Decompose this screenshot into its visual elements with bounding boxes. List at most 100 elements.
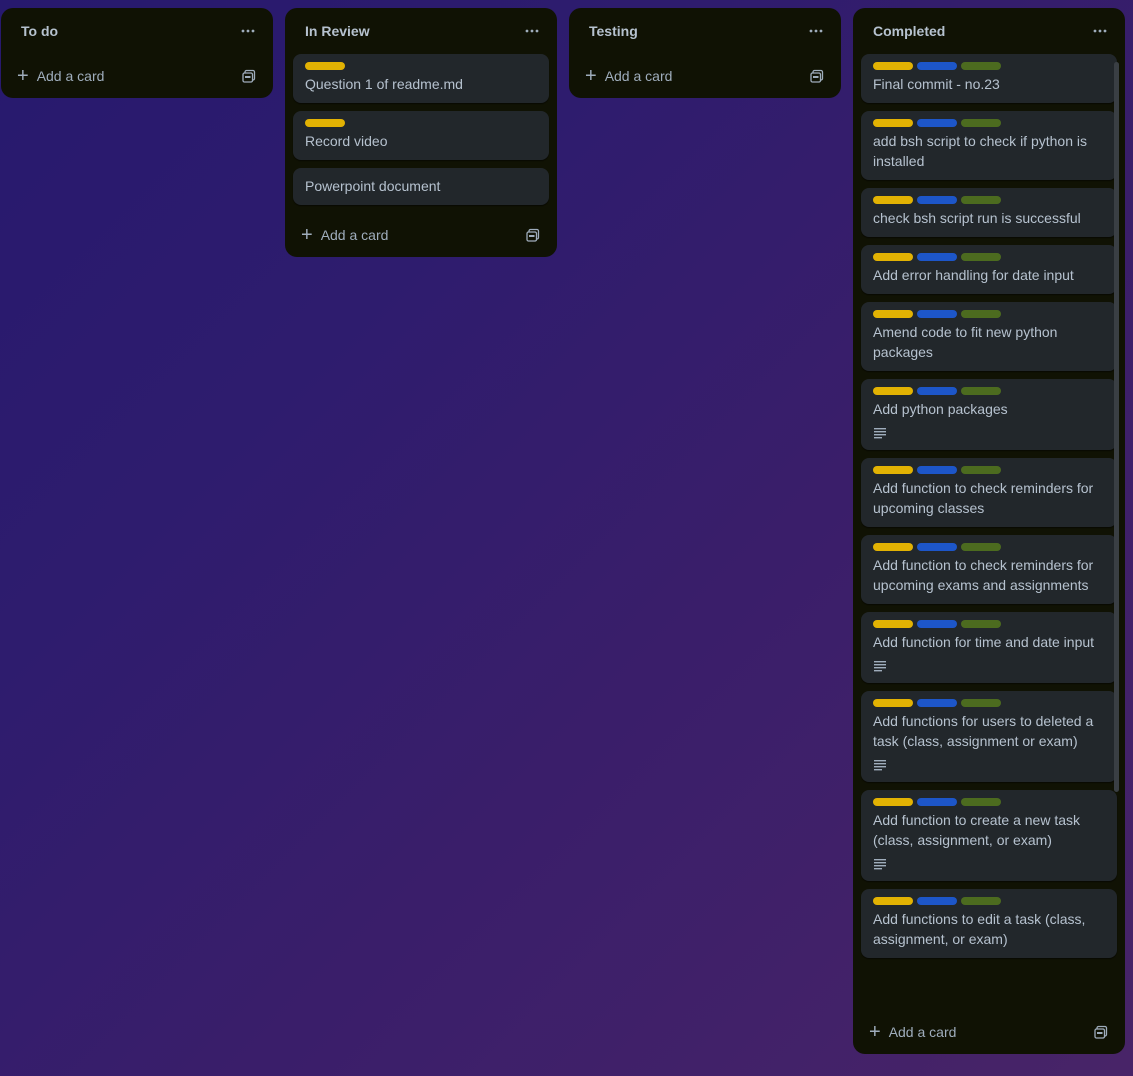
card-labels — [873, 620, 1105, 628]
card[interactable]: Question 1 of readme.md — [293, 54, 549, 103]
create-from-template-button[interactable] — [521, 223, 545, 247]
label-yellow[interactable] — [873, 119, 913, 127]
label-blue[interactable] — [917, 543, 957, 551]
card-list: Question 1 of readme.md Record video Power… — [285, 54, 557, 205]
list-actions-button[interactable] — [1087, 18, 1113, 44]
template-icon — [526, 228, 540, 242]
add-card-label: Add a card — [36, 68, 105, 84]
label-blue[interactable] — [917, 897, 957, 905]
label-blue[interactable] — [917, 387, 957, 395]
label-green[interactable] — [961, 699, 1001, 707]
card[interactable]: Add function for time and date input — [861, 612, 1117, 683]
card[interactable]: Add function to create a new task (class… — [861, 790, 1117, 881]
label-green[interactable] — [961, 620, 1001, 628]
card[interactable]: Add error handling for date input — [861, 245, 1117, 294]
card[interactable]: Amend code to fit new python packages — [861, 302, 1117, 371]
add-card-row: + Add a card — [285, 213, 557, 257]
card[interactable]: Add functions for users to deleted a tas… — [861, 691, 1117, 782]
label-yellow[interactable] — [305, 62, 345, 70]
list-actions-button[interactable] — [235, 18, 261, 44]
more-icon — [809, 29, 823, 33]
card-labels — [305, 119, 537, 127]
label-yellow[interactable] — [873, 620, 913, 628]
label-yellow[interactable] — [873, 466, 913, 474]
label-yellow[interactable] — [873, 897, 913, 905]
label-blue[interactable] — [917, 310, 957, 318]
card-labels — [873, 253, 1105, 261]
label-blue[interactable] — [917, 699, 957, 707]
add-card-button[interactable]: + Add a card — [869, 1022, 956, 1042]
card[interactable]: add bsh script to check if python is ins… — [861, 111, 1117, 180]
label-green[interactable] — [961, 897, 1001, 905]
label-yellow[interactable] — [873, 699, 913, 707]
card-badges — [873, 658, 1105, 674]
add-card-label: Add a card — [320, 227, 389, 243]
add-card-row: + Add a card — [1, 54, 273, 98]
label-yellow[interactable] — [873, 196, 913, 204]
list-actions-button[interactable] — [519, 18, 545, 44]
label-green[interactable] — [961, 62, 1001, 70]
card[interactable]: Final commit - no.23 — [861, 54, 1117, 103]
more-icon — [525, 29, 539, 33]
card[interactable]: Powerpoint document — [293, 168, 549, 205]
label-green[interactable] — [961, 196, 1001, 204]
label-blue[interactable] — [917, 798, 957, 806]
card-title: Amend code to fit new python packages — [873, 324, 1058, 360]
label-yellow[interactable] — [873, 543, 913, 551]
plus-icon: + — [301, 224, 313, 246]
label-blue[interactable] — [917, 119, 957, 127]
card[interactable]: Add python packages — [861, 379, 1117, 450]
card-labels — [873, 798, 1105, 806]
card[interactable]: Add function to check reminders for upco… — [861, 535, 1117, 604]
add-card-button[interactable]: + Add a card — [17, 66, 105, 86]
label-yellow[interactable] — [873, 798, 913, 806]
label-green[interactable] — [961, 310, 1001, 318]
label-yellow[interactable] — [873, 253, 913, 261]
list-title[interactable]: In Review — [305, 23, 370, 39]
label-yellow[interactable] — [305, 119, 345, 127]
list-completed: Completed Final commit - no.23 add bsh sc… — [853, 8, 1125, 1054]
card-list: Final commit - no.23 add bsh script to ch… — [853, 54, 1125, 958]
create-from-template-button[interactable] — [237, 64, 261, 88]
card-scroll-area[interactable]: Final commit - no.23 add bsh script to ch… — [853, 54, 1125, 1010]
label-blue[interactable] — [917, 62, 957, 70]
description-icon — [874, 428, 886, 439]
list-header: To do — [1, 8, 273, 54]
list-title[interactable]: Completed — [873, 23, 945, 39]
label-green[interactable] — [961, 543, 1001, 551]
add-card-button[interactable]: + Add a card — [301, 224, 389, 246]
card-badges — [873, 757, 1105, 773]
label-blue[interactable] — [917, 196, 957, 204]
create-from-template-button[interactable] — [1089, 1020, 1113, 1044]
card-labels — [873, 62, 1105, 70]
label-blue[interactable] — [917, 466, 957, 474]
card[interactable]: Add functions to edit a task (class, ass… — [861, 889, 1117, 958]
card[interactable]: Add function to check reminders for upco… — [861, 458, 1117, 527]
card-title: Powerpoint document — [305, 178, 441, 194]
list-actions-button[interactable] — [803, 18, 829, 44]
label-green[interactable] — [961, 387, 1001, 395]
list-title[interactable]: Testing — [589, 23, 638, 39]
label-blue[interactable] — [917, 620, 957, 628]
label-green[interactable] — [961, 466, 1001, 474]
label-green[interactable] — [961, 253, 1001, 261]
card-labels — [873, 196, 1105, 204]
card[interactable]: check bsh script run is successful — [861, 188, 1117, 237]
add-card-row: + Add a card — [569, 54, 841, 98]
label-yellow[interactable] — [873, 62, 913, 70]
label-yellow[interactable] — [873, 387, 913, 395]
list-title[interactable]: To do — [21, 23, 58, 39]
label-blue[interactable] — [917, 253, 957, 261]
list-header: Completed — [853, 8, 1125, 54]
label-green[interactable] — [961, 798, 1001, 806]
card[interactable]: Record video — [293, 111, 549, 160]
label-yellow[interactable] — [873, 310, 913, 318]
card-labels — [873, 699, 1105, 707]
scrollbar-thumb[interactable] — [1114, 62, 1119, 792]
card-title: Question 1 of readme.md — [305, 76, 463, 92]
add-card-button[interactable]: + Add a card — [585, 66, 672, 86]
template-icon — [242, 69, 256, 83]
list-header: In Review — [285, 8, 557, 54]
label-green[interactable] — [961, 119, 1001, 127]
create-from-template-button[interactable] — [805, 64, 829, 88]
